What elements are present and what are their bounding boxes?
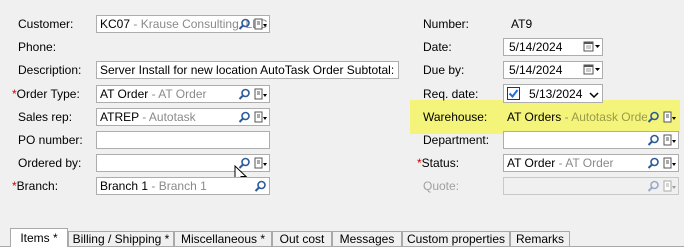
warehouse-code: AT Orders (507, 110, 562, 124)
search-icon[interactable] (647, 111, 660, 124)
number-label: Number: (423, 17, 470, 31)
due-by-picker[interactable]: 5/14/2024 (503, 61, 603, 79)
req-date-label: Req. date: (423, 87, 479, 101)
search-icon[interactable] (254, 180, 267, 193)
req-date-picker[interactable]: 5/13/2024 (503, 84, 603, 103)
warehouse-desc: Autotask Order (571, 110, 652, 124)
po-number-label: PO number: (18, 133, 83, 147)
order-type-label: *Order Type: (12, 87, 80, 101)
customer-field[interactable]: KC07 - Krause Consulting, LLC (96, 15, 270, 33)
tab-messages[interactable]: Messages (332, 231, 402, 247)
department-field[interactable] (503, 131, 679, 149)
branch-separator: - (151, 179, 159, 193)
warehouse-label: Warehouse: (423, 110, 488, 124)
customer-label: Customer: (18, 17, 74, 31)
checkbox-icon[interactable] (507, 87, 520, 102)
description-field[interactable]: Server Install for new location AutoTask… (96, 61, 399, 79)
req-date-value: 5/13/2024 (529, 87, 583, 101)
status-code: AT Order (507, 156, 556, 170)
tab-items[interactable]: Items * (10, 228, 68, 247)
date-label: Date: (423, 40, 452, 54)
status-label: *Status: (417, 156, 459, 170)
tab-billing-shipping[interactable]: Billing / Shipping * (68, 231, 174, 247)
status-label-text: Status: (421, 156, 460, 170)
description-value: Server Install for new location AutoTask… (100, 63, 395, 77)
date-value: 5/14/2024 (509, 40, 563, 54)
lookup-menu-icon[interactable] (254, 157, 267, 170)
tab-remarks[interactable]: Remarks (510, 231, 570, 247)
calendar-icon[interactable] (583, 63, 601, 77)
branch-code: Branch 1 (100, 179, 149, 193)
sales-rep-field[interactable]: ATREP - Autotask (96, 108, 270, 126)
lookup-menu-icon[interactable] (663, 157, 676, 170)
calendar-icon[interactable] (583, 40, 601, 54)
ordered-by-label: Ordered by: (18, 156, 82, 170)
search-icon[interactable] (238, 88, 251, 101)
order-type-field[interactable]: AT Order - AT Order (96, 85, 270, 103)
search-icon[interactable] (238, 111, 251, 124)
department-label: Department: (423, 133, 490, 147)
order-type-code: AT Order (100, 87, 149, 101)
branch-label: *Branch: (12, 179, 58, 193)
search-icon[interactable] (238, 18, 251, 31)
date-picker[interactable]: 5/14/2024 (503, 38, 603, 56)
lookup-menu-icon[interactable] (254, 111, 267, 124)
search-icon[interactable] (647, 157, 660, 170)
chevron-down-icon[interactable] (589, 88, 599, 102)
customer-separator: - (133, 17, 141, 31)
description-label: Description: (18, 63, 82, 77)
lookup-menu-icon[interactable] (663, 111, 676, 124)
sales-rep-desc: Autotask (148, 110, 196, 124)
order-type-label-text: Order Type: (16, 87, 80, 101)
number-value: AT9 (511, 17, 533, 31)
sales-rep-label: Sales rep: (18, 110, 73, 124)
branch-label-text: Branch: (16, 179, 59, 193)
branch-desc: Branch 1 (158, 179, 207, 193)
lookup-menu-icon[interactable] (663, 134, 676, 147)
quote-field (503, 177, 679, 195)
po-number-field[interactable] (96, 131, 270, 149)
tab-custom-properties[interactable]: Custom properties (402, 231, 510, 247)
sales-rep-separator: - (142, 110, 149, 124)
sales-rep-code: ATREP (100, 110, 139, 124)
status-field[interactable]: AT Order - AT Order (503, 154, 679, 172)
lookup-menu-icon (663, 180, 676, 193)
customer-code: KC07 (100, 17, 131, 31)
quote-label: Quote: (423, 179, 460, 193)
lookup-menu-icon[interactable] (254, 88, 267, 101)
lookup-menu-icon[interactable] (254, 18, 267, 31)
phone-label: Phone: (18, 40, 57, 54)
due-by-label: Due by: (423, 63, 465, 77)
tab-miscellaneous[interactable]: Miscellaneous * (174, 231, 272, 247)
tab-strip: Items * Billing / Shipping * Miscellaneo… (0, 228, 684, 247)
order-type-desc: AT Order (158, 87, 207, 101)
tab-out-cost[interactable]: Out cost (272, 231, 332, 247)
due-by-value: 5/14/2024 (509, 63, 563, 77)
warehouse-field[interactable]: AT Orders - Autotask Order (503, 108, 679, 126)
status-desc: AT Order (565, 156, 614, 170)
branch-field[interactable]: Branch 1 - Branch 1 (96, 177, 270, 195)
search-icon[interactable] (647, 134, 660, 147)
search-icon (647, 180, 660, 193)
